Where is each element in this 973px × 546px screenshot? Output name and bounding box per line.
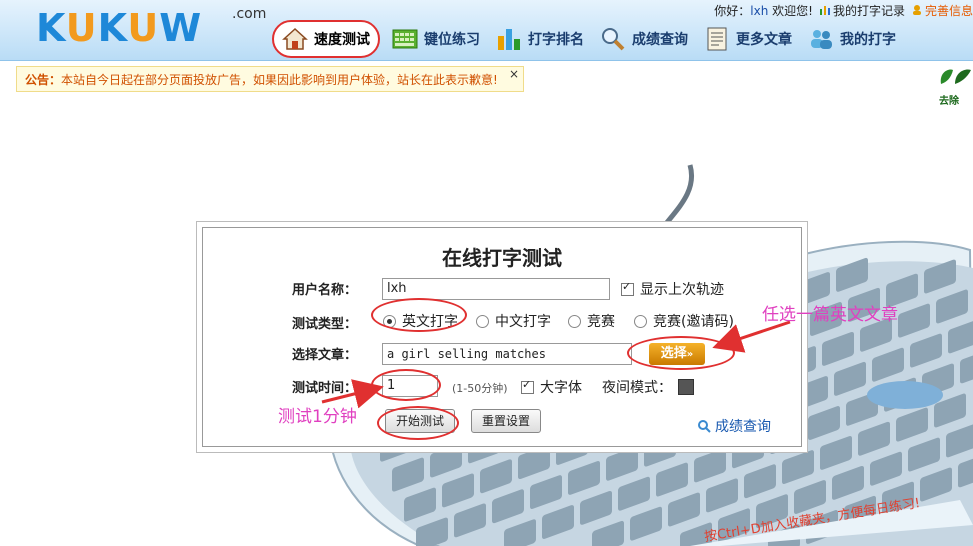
article-annotation: 任选一篇英文文章 — [762, 305, 898, 325]
time-annotation: 测试1分钟 — [278, 407, 357, 427]
annotation-arrows — [321, 320, 791, 409]
